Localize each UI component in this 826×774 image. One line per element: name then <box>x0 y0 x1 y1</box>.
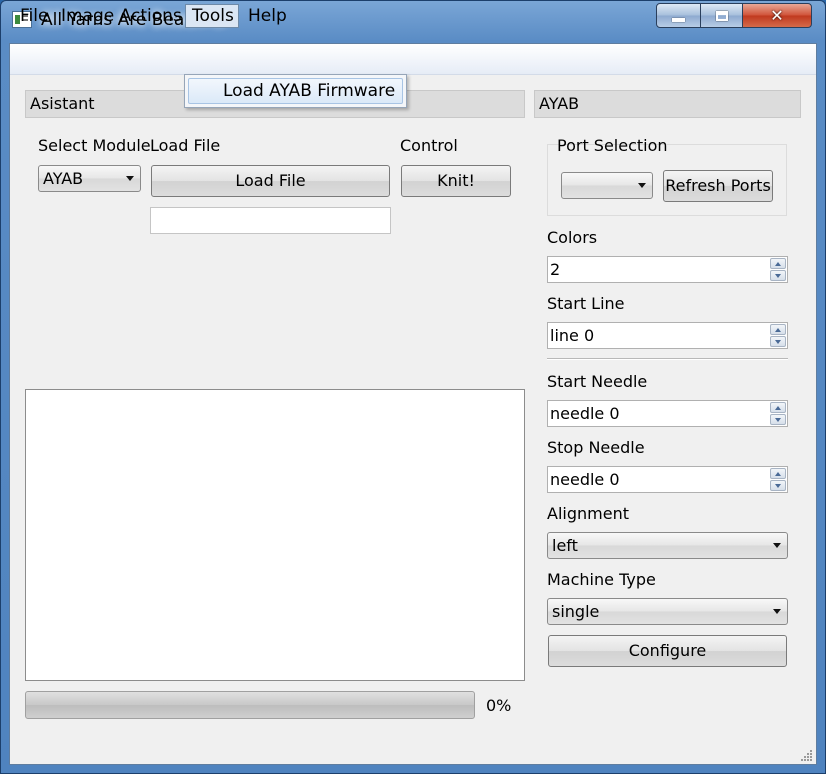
menu-image-actions[interactable]: Image Actions <box>57 4 186 28</box>
start-line-label: Start Line <box>547 294 625 313</box>
spin-up-icon[interactable] <box>770 258 786 269</box>
menu-tools[interactable]: Tools <box>185 4 239 28</box>
spin-down-icon[interactable] <box>770 480 786 491</box>
load-file-button[interactable]: Load File <box>151 165 390 197</box>
chevron-down-icon <box>126 175 134 181</box>
maximize-button[interactable] <box>700 3 743 28</box>
spin-down-icon[interactable] <box>770 414 786 425</box>
menu-help[interactable]: Help <box>244 4 291 28</box>
alignment-select-value: left <box>552 536 578 555</box>
image-preview[interactable] <box>25 389 525 681</box>
minimize-button[interactable] <box>656 3 701 28</box>
refresh-ports-button[interactable]: Refresh Ports <box>663 170 773 202</box>
menu-item-load-ayab-firmware[interactable]: Load AYAB Firmware <box>188 78 403 104</box>
spin-down-icon[interactable] <box>770 336 786 347</box>
knit-button[interactable]: Knit! <box>401 165 511 197</box>
separator <box>547 358 788 360</box>
start-line-value: line 0 <box>550 326 595 345</box>
close-button[interactable]: ✕ <box>742 3 812 28</box>
menu-file[interactable]: File <box>16 4 52 28</box>
load-file-label: Load File <box>150 136 221 155</box>
chevron-down-icon <box>773 542 781 548</box>
colors-label: Colors <box>547 228 598 247</box>
ayab-header: AYAB <box>534 90 801 118</box>
resize-grip-icon[interactable] <box>800 748 814 762</box>
select-module-label: Select Module <box>38 136 151 155</box>
menu-bar <box>10 44 816 75</box>
machine-type-select-value: single <box>552 602 600 621</box>
chevron-down-icon <box>638 182 646 188</box>
file-path-field[interactable] <box>150 207 391 234</box>
progress-bar <box>25 691 475 719</box>
chevron-down-icon <box>773 608 781 614</box>
colors-value: 2 <box>550 260 561 279</box>
spin-down-icon[interactable] <box>770 270 786 281</box>
alignment-label: Alignment <box>547 504 629 523</box>
machine-type-label: Machine Type <box>547 570 656 589</box>
alignment-select[interactable]: left <box>547 532 788 559</box>
port-selection-label: Port Selection <box>557 136 668 155</box>
port-select[interactable] <box>561 172 653 199</box>
minimize-icon <box>672 18 685 22</box>
start-needle-label: Start Needle <box>547 372 648 391</box>
stop-needle-label: Stop Needle <box>547 438 645 457</box>
module-select[interactable]: AYAB <box>38 165 141 192</box>
close-icon: ✕ <box>770 5 784 25</box>
start-needle-value: needle 0 <box>550 404 620 423</box>
control-label: Control <box>400 136 458 155</box>
tools-dropdown-menu: Load AYAB Firmware <box>184 74 407 108</box>
spin-up-icon[interactable] <box>770 324 786 335</box>
stop-needle-value: needle 0 <box>550 470 620 489</box>
machine-type-select[interactable]: single <box>547 598 788 625</box>
stop-needle-spinbox[interactable]: needle 0 <box>547 466 788 493</box>
start-line-spinbox[interactable]: line 0 <box>547 322 788 349</box>
maximize-icon <box>715 10 728 21</box>
module-select-value: AYAB <box>43 169 84 188</box>
progress-text: 0% <box>486 696 512 715</box>
configure-button[interactable]: Configure <box>548 635 787 667</box>
spin-up-icon[interactable] <box>770 402 786 413</box>
start-needle-spinbox[interactable]: needle 0 <box>547 400 788 427</box>
colors-spinbox[interactable]: 2 <box>547 256 788 283</box>
spin-up-icon[interactable] <box>770 468 786 479</box>
